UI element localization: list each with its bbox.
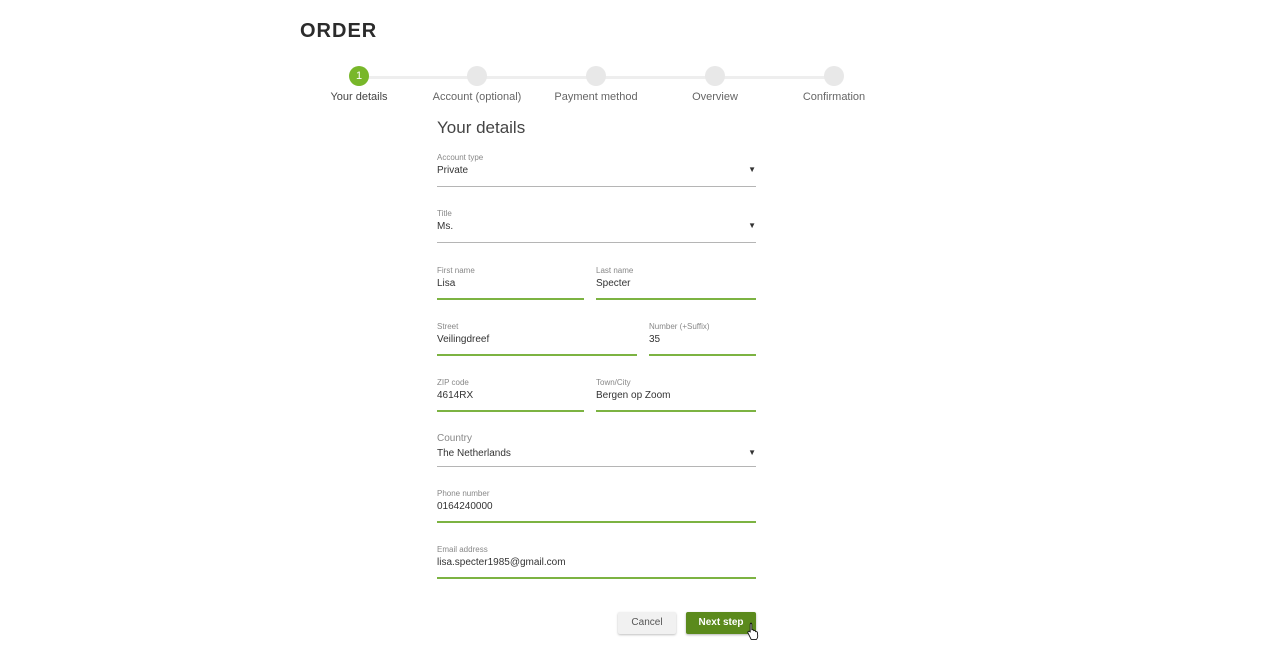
field-underline bbox=[437, 410, 584, 412]
field-underline bbox=[437, 242, 756, 243]
step-label: Confirmation bbox=[802, 91, 866, 103]
country-select[interactable]: Country The Netherlands ▼ bbox=[437, 433, 756, 467]
field-underline bbox=[437, 186, 756, 187]
zip-code-field[interactable]: ZIP code 4614RX bbox=[437, 378, 584, 412]
step-confirmation[interactable]: Confirmation bbox=[764, 66, 904, 103]
field-label: Email address bbox=[437, 545, 488, 554]
field-value: Veilingdreef bbox=[437, 334, 490, 345]
field-label: First name bbox=[437, 266, 475, 275]
field-label: ZIP code bbox=[437, 378, 469, 387]
field-underline bbox=[437, 466, 756, 467]
field-label: Country bbox=[437, 433, 473, 444]
field-value: Specter bbox=[596, 278, 631, 289]
email-field[interactable]: Email address lisa.specter1985@gmail.com bbox=[437, 545, 756, 579]
step-circle-active: 1 bbox=[349, 66, 369, 86]
field-value: Lisa bbox=[437, 278, 456, 289]
hand-pointer-icon bbox=[747, 622, 759, 640]
street-field[interactable]: Street Veilingdreef bbox=[437, 322, 637, 356]
field-underline bbox=[596, 298, 756, 300]
field-underline bbox=[596, 410, 756, 412]
field-value: 0164240000 bbox=[437, 501, 493, 512]
field-underline bbox=[437, 577, 756, 579]
title-select[interactable]: Title Ms. ▼ bbox=[437, 209, 756, 243]
field-underline bbox=[437, 521, 756, 523]
field-underline bbox=[649, 354, 756, 356]
step-circle bbox=[467, 66, 487, 86]
field-value: Bergen op Zoom bbox=[596, 390, 671, 401]
house-number-field[interactable]: Number (+Suffix) 35 bbox=[649, 322, 756, 356]
field-value: Private bbox=[437, 165, 469, 176]
field-value: 4614RX bbox=[437, 390, 474, 401]
first-name-field[interactable]: First name Lisa bbox=[437, 266, 584, 300]
cancel-button[interactable]: Cancel bbox=[618, 612, 676, 634]
field-value: Ms. bbox=[437, 221, 454, 232]
last-name-field[interactable]: Last name Specter bbox=[596, 266, 756, 300]
order-stepper: 1 Your details Account (optional) Paymen… bbox=[300, 66, 900, 116]
field-label: Last name bbox=[596, 266, 634, 275]
caret-down-icon: ▼ bbox=[748, 165, 756, 174]
field-value: lisa.specter1985@gmail.com bbox=[437, 557, 566, 568]
caret-down-icon: ▼ bbox=[748, 221, 756, 230]
field-underline bbox=[437, 354, 637, 356]
section-title: Your details bbox=[437, 118, 526, 137]
caret-down-icon: ▼ bbox=[748, 448, 756, 457]
field-value: The Netherlands bbox=[437, 448, 511, 459]
field-label: Number (+Suffix) bbox=[649, 322, 710, 331]
field-underline bbox=[437, 298, 584, 300]
step-circle bbox=[586, 66, 606, 86]
phone-number-field[interactable]: Phone number 0164240000 bbox=[437, 489, 756, 523]
step-circle bbox=[824, 66, 844, 86]
city-field[interactable]: Town/City Bergen op Zoom bbox=[596, 378, 756, 412]
field-label: Phone number bbox=[437, 489, 490, 498]
field-label: Town/City bbox=[596, 378, 631, 387]
field-label: Account type bbox=[437, 153, 484, 162]
page-title: ORDER bbox=[300, 20, 378, 42]
field-label: Street bbox=[437, 322, 459, 331]
field-value: 35 bbox=[649, 334, 661, 345]
account-type-select[interactable]: Account type Private ▼ bbox=[437, 153, 756, 187]
field-label: Title bbox=[437, 209, 452, 218]
step-circle bbox=[705, 66, 725, 86]
